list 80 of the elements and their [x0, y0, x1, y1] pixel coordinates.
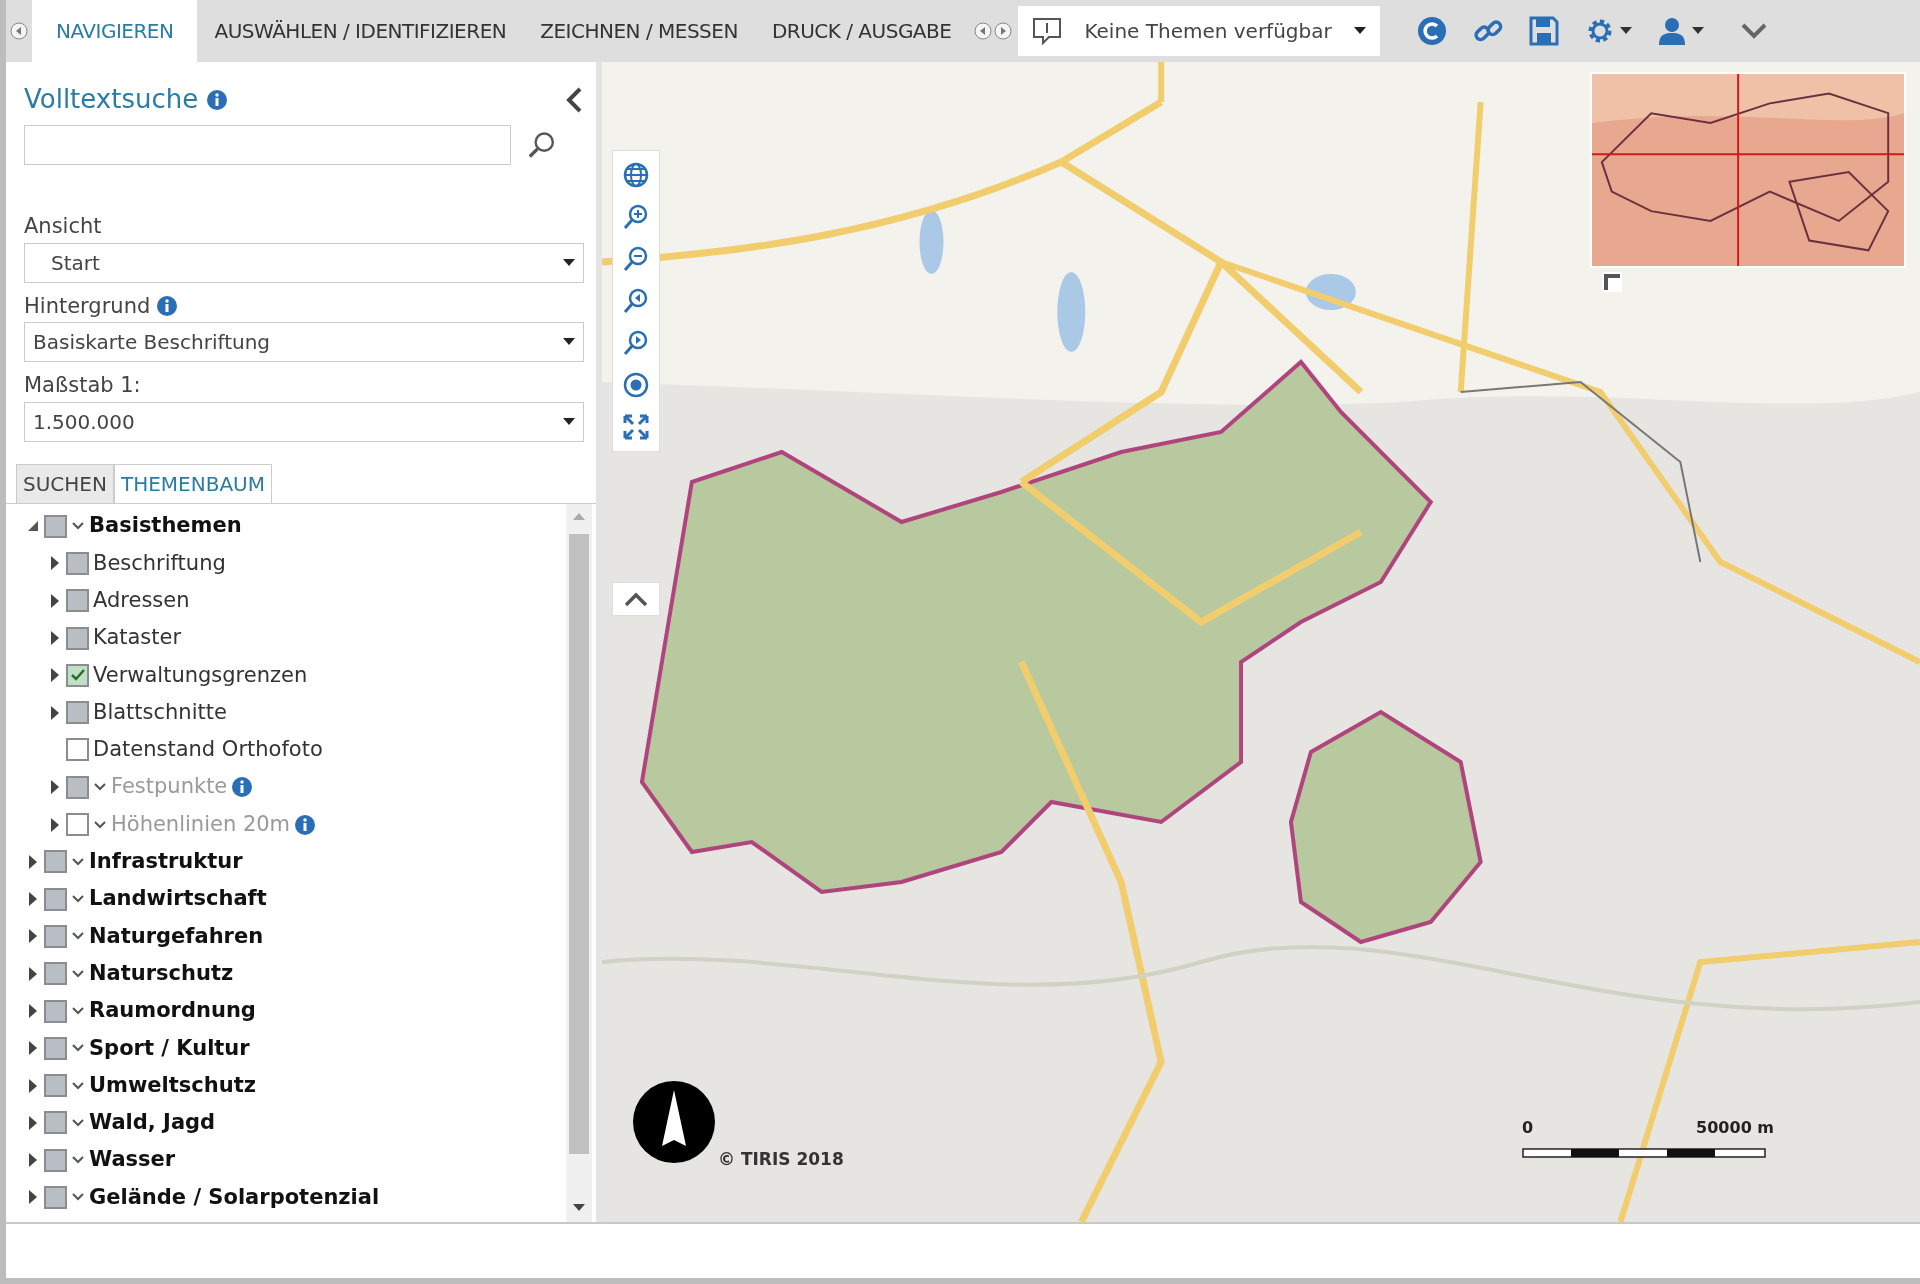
layer-label[interactable]: Wald, Jagd: [89, 1107, 216, 1139]
chevron-down-icon[interactable]: [1739, 22, 1768, 40]
layer-label[interactable]: Beschriftung: [93, 547, 226, 580]
scroll-left-icon[interactable]: [10, 22, 28, 40]
expand-arrow-icon[interactable]: [28, 1189, 38, 1206]
layer-label[interactable]: Infrastruktur: [89, 846, 243, 878]
layer-label[interactable]: Adressen: [93, 585, 190, 617]
expand-arrow-icon[interactable]: [28, 1077, 38, 1094]
dropdown-chevron-icon[interactable]: [71, 968, 85, 979]
dropdown-chevron-icon[interactable]: [71, 856, 85, 867]
field-label: Hintergrund: [24, 292, 151, 320]
expand-arrow-icon[interactable]: [50, 630, 60, 647]
expand-arrow-icon[interactable]: [28, 1003, 38, 1019]
panel-tab[interactable]: THEMENBAUM: [113, 463, 272, 503]
checkmark-icon: [69, 668, 86, 683]
dropdown-chevron-icon[interactable]: [71, 894, 85, 905]
layer-label[interactable]: Wasser: [89, 1144, 176, 1176]
collapse-panel-icon[interactable]: [564, 85, 584, 114]
scroll-right-icon[interactable]: [994, 22, 1013, 40]
layer-label[interactable]: Datenstand Orthofoto: [93, 734, 323, 766]
caret-icon: [563, 258, 575, 267]
panel-title: Volltextsuche: [24, 83, 199, 116]
dropdown-chevron-icon[interactable]: [71, 1155, 85, 1166]
caret-icon: [563, 417, 575, 426]
dropdown-chevron-icon[interactable]: [71, 1043, 85, 1054]
dropdown-chevron-icon[interactable]: [71, 1006, 85, 1016]
menu-tab[interactable]: DRUCK / AUSGABE: [754, 0, 969, 62]
layer-label[interactable]: Umweltschutz: [89, 1069, 256, 1102]
layer-label[interactable]: Raumordnung: [89, 995, 256, 1027]
expand-arrow-icon[interactable]: [50, 704, 60, 721]
checkbox[interactable]: [66, 663, 89, 687]
scroll-down-icon[interactable]: [573, 1204, 585, 1212]
caret-icon: [1619, 27, 1632, 35]
checkbox[interactable]: [66, 738, 89, 762]
caret-icon: [563, 338, 575, 346]
layer-label[interactable]: Blattschnitte: [93, 696, 227, 729]
layer-label[interactable]: Landwirtschaft: [89, 883, 267, 915]
dropdown-chevron-icon[interactable]: [71, 1192, 85, 1203]
dropdown-field[interactable]: Basiskarte Beschriftung: [24, 322, 584, 362]
save-icon[interactable]: [1527, 15, 1560, 47]
expand-arrow-icon[interactable]: [28, 891, 38, 908]
info-icon: [206, 88, 229, 111]
field-label: Ansicht: [24, 213, 102, 240]
scroll-left-icon[interactable]: [974, 22, 993, 40]
expand-arrow-icon[interactable]: [50, 592, 60, 609]
expand-arrow-icon[interactable]: [28, 1114, 38, 1131]
layer-label[interactable]: Sport / Kultur: [89, 1032, 250, 1065]
expand-arrow-icon[interactable]: [28, 928, 38, 945]
search-icon[interactable]: [527, 130, 556, 160]
caret-icon: [1353, 27, 1366, 35]
dropdown-field[interactable]: 1.500.000: [24, 401, 584, 442]
search-field[interactable]: [24, 125, 512, 165]
dropdown-chevron-icon[interactable]: [71, 1080, 85, 1091]
theme-dropdown[interactable]: Keine Themen verfügbar: [1018, 6, 1380, 56]
expand-arrow-icon[interactable]: [28, 1040, 38, 1057]
caret-icon: [1691, 27, 1704, 35]
speech-bubble-icon: [1032, 17, 1063, 45]
menu-tab[interactable]: AUSWÄHLEN / IDENTIFIZIEREN: [197, 0, 524, 62]
panel-tab[interactable]: SUCHEN: [16, 463, 114, 503]
layer-label[interactable]: Gelände / Solarpotenzial: [89, 1181, 380, 1214]
copyright-icon[interactable]: [1415, 15, 1448, 47]
field-label: Maßstab 1:: [24, 372, 141, 399]
expand-arrow-icon[interactable]: [50, 667, 60, 684]
layer-label[interactable]: Kataster: [93, 622, 182, 654]
expand-arrow-icon[interactable]: [28, 1152, 38, 1169]
collapse-arrow-icon[interactable]: [27, 520, 39, 533]
layer-label[interactable]: Naturschutz: [89, 957, 234, 990]
expand-arrow-icon[interactable]: [28, 853, 38, 870]
scrollbar[interactable]: [566, 503, 592, 1222]
layer-label[interactable]: Naturgefahren: [89, 920, 264, 953]
menu-tab[interactable]: NAVIGIEREN: [32, 0, 198, 62]
layer-label[interactable]: Basisthemen: [89, 510, 242, 542]
expand-arrow-icon[interactable]: [28, 965, 38, 982]
layer-label[interactable]: Verwaltungsgrenzen: [93, 659, 308, 692]
dropdown-chevron-icon[interactable]: [71, 931, 85, 942]
dropdown-chevron-icon[interactable]: [71, 521, 85, 532]
dropdown-chevron-icon[interactable]: [71, 1117, 85, 1128]
expand-arrow-icon[interactable]: [50, 555, 60, 572]
menu-tab[interactable]: ZEICHNEN / MESSEN: [523, 0, 755, 62]
dropdown-field[interactable]: Start: [24, 242, 584, 283]
